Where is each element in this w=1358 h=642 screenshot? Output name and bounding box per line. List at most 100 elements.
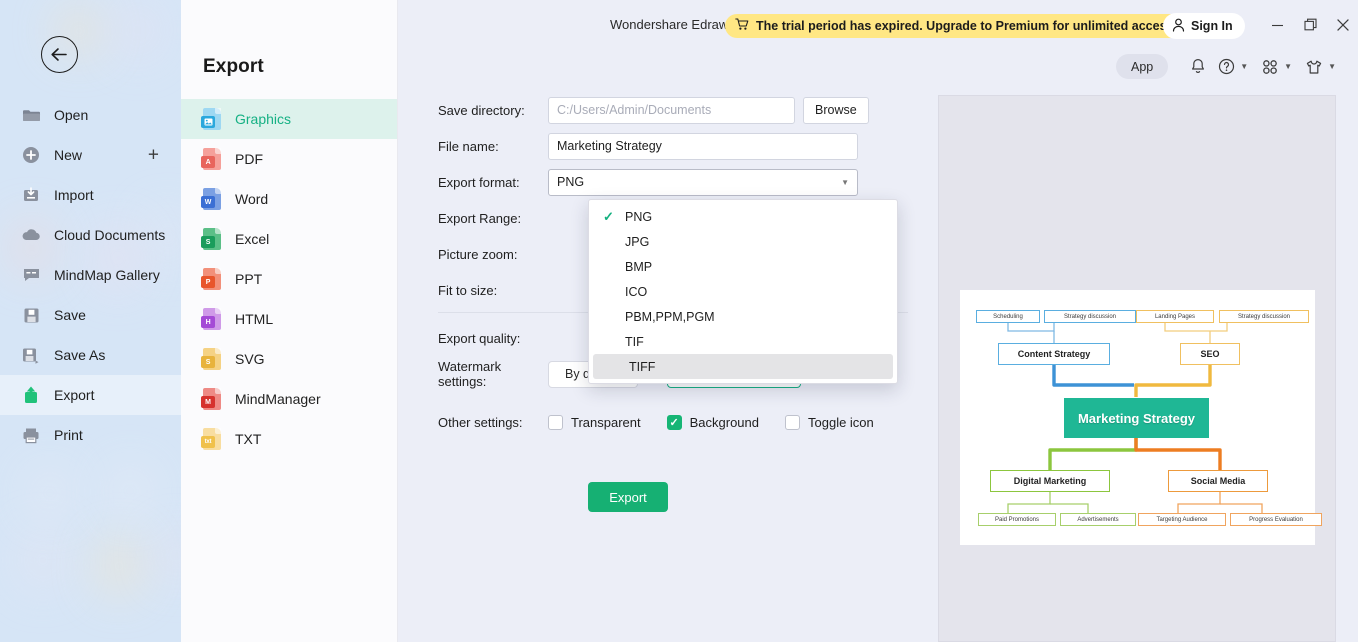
sidebar-item-cloud-documents[interactable]: Cloud Documents	[0, 215, 181, 255]
apps-chevron-down-icon[interactable]: ▼	[1284, 62, 1292, 71]
minimize-icon[interactable]	[1262, 16, 1292, 34]
import-icon	[20, 184, 42, 206]
trial-expired-banner[interactable]: The trial period has expired. Upgrade to…	[725, 14, 1189, 38]
format-item-label: Graphics	[235, 111, 291, 127]
sidebar-item-label: MindMap Gallery	[54, 267, 160, 283]
sidebar-item-mindmap-gallery[interactable]: MindMap Gallery	[0, 255, 181, 295]
sidebar-item-save-as[interactable]: Save As	[0, 335, 181, 375]
format-item-svg[interactable]: S SVG	[181, 339, 397, 379]
mindmap-root-node: Marketing Strategy	[1064, 398, 1209, 438]
format-option-png[interactable]: ✓ PNG	[589, 204, 897, 229]
format-option-pbm-ppm-pgm[interactable]: PBM,PPM,PGM	[589, 304, 897, 329]
format-option-label: TIF	[625, 335, 644, 349]
theme-chevron-down-icon[interactable]: ▼	[1328, 62, 1336, 71]
format-item-html[interactable]: H HTML	[181, 299, 397, 339]
theme-shirt-icon[interactable]	[1302, 55, 1326, 79]
folder-icon	[20, 104, 42, 126]
format-item-txt[interactable]: txt TXT	[181, 419, 397, 459]
title-bar: Wondershare EdrawMind The trial period h…	[398, 0, 1358, 48]
sidebar-item-label: New	[54, 147, 82, 163]
checkbox-label: Toggle icon	[808, 415, 874, 430]
format-option-label: ICO	[625, 285, 647, 299]
file-name-row: File name: Marketing Strategy	[438, 128, 918, 164]
format-item-word[interactable]: W Word	[181, 179, 397, 219]
mindmap-leaf-node: Scheduling	[976, 310, 1040, 323]
export-format-nav: Export Graphics A PDF	[181, 0, 398, 642]
maximize-icon[interactable]	[1296, 16, 1326, 34]
sidebar-item-label: Print	[54, 427, 83, 443]
sidebar-item-save[interactable]: Save	[0, 295, 181, 335]
checkbox-transparent[interactable]: Transparent	[548, 415, 641, 430]
format-item-label: Excel	[235, 231, 269, 247]
sidebar-item-import[interactable]: Import	[0, 175, 181, 215]
checkbox-box-checked: ✓	[667, 415, 682, 430]
sign-in-label: Sign In	[1191, 19, 1233, 33]
export-format-row: Export format: PNG ▼	[438, 164, 918, 200]
watermark-settings-label: Watermark settings:	[438, 359, 548, 389]
save-directory-input[interactable]: C:/Users/Admin/Documents	[548, 97, 795, 124]
sidebar-item-new[interactable]: New +	[0, 135, 181, 175]
format-option-jpg[interactable]: JPG	[589, 229, 897, 254]
new-plus-icon[interactable]: +	[148, 146, 159, 165]
format-item-mindmanager[interactable]: M MindManager	[181, 379, 397, 419]
format-item-label: MindManager	[235, 391, 321, 407]
file-name-label: File name:	[438, 139, 548, 154]
export-format-label: Export format:	[438, 175, 548, 190]
close-icon[interactable]	[1328, 16, 1358, 34]
export-format-select[interactable]: PNG ▼	[548, 169, 858, 196]
bell-icon[interactable]	[1186, 55, 1210, 79]
browse-button[interactable]: Browse	[803, 97, 869, 124]
checkbox-box	[785, 415, 800, 430]
mindmap-leaf-node: Paid Promotions	[978, 513, 1056, 526]
sidebar-item-label: Export	[54, 387, 94, 403]
format-option-tiff[interactable]: TIFF	[593, 354, 893, 379]
gallery-icon	[20, 264, 42, 286]
export-preview-panel: Scheduling Strategy discussion Landing P…	[938, 95, 1336, 642]
format-item-excel[interactable]: S Excel	[181, 219, 397, 259]
format-item-label: PDF	[235, 151, 263, 167]
checkbox-label: Transparent	[571, 415, 641, 430]
format-item-ppt[interactable]: P PPT	[181, 259, 397, 299]
save-directory-row: Save directory: C:/Users/Admin/Documents…	[438, 92, 918, 128]
sidebar-item-print[interactable]: Print	[0, 415, 181, 455]
checkbox-box	[548, 415, 563, 430]
user-icon	[1172, 18, 1185, 35]
other-settings-row: Other settings: Transparent ✓ Background…	[438, 404, 918, 440]
mindmap-branch-node: SEO	[1180, 343, 1240, 365]
decor-blob	[118, 2, 158, 58]
format-item-pdf[interactable]: A PDF	[181, 139, 397, 179]
export-button[interactable]: Export	[588, 482, 668, 512]
app-switch-button[interactable]: App	[1116, 54, 1168, 79]
back-button[interactable]	[41, 36, 78, 73]
check-icon: ✓	[603, 209, 625, 225]
file-name-input[interactable]: Marketing Strategy	[548, 133, 858, 160]
cart-icon	[735, 18, 749, 34]
txt-file-icon: txt	[203, 428, 221, 450]
help-circle-icon[interactable]	[1214, 55, 1238, 79]
mindmap-branch-node: Digital Marketing	[990, 470, 1110, 492]
format-option-label: PBM,PPM,PGM	[625, 310, 715, 324]
sidebar-item-export[interactable]: Export	[0, 375, 181, 415]
mindmap-leaf-node: Progress Evaluation	[1230, 513, 1322, 526]
picture-zoom-label: Picture zoom:	[438, 247, 548, 262]
svg-file-icon: S	[203, 348, 221, 370]
format-option-bmp[interactable]: BMP	[589, 254, 897, 279]
export-format-dropdown-menu[interactable]: ✓ PNG JPG BMP ICO PBM,PPM,PGM	[588, 199, 898, 384]
format-item-label: TXT	[235, 431, 261, 447]
cloud-icon	[20, 224, 42, 246]
help-chevron-down-icon[interactable]: ▼	[1240, 62, 1248, 71]
left-navigation-rail: Open New + Import Cloud Documents	[0, 0, 181, 642]
chevron-down-icon: ▼	[841, 178, 849, 187]
mindmanager-file-icon: M	[203, 388, 221, 410]
checkbox-toggle-icon[interactable]: Toggle icon	[785, 415, 874, 430]
sidebar-item-open[interactable]: Open	[0, 95, 181, 135]
sign-in-button[interactable]: Sign In	[1163, 13, 1245, 39]
decor-blob	[96, 536, 142, 596]
grid-apps-icon[interactable]	[1258, 55, 1282, 79]
checkbox-background[interactable]: ✓ Background	[667, 415, 759, 430]
format-item-label: SVG	[235, 351, 265, 367]
format-item-graphics[interactable]: Graphics	[181, 99, 397, 139]
format-option-tif[interactable]: TIF	[589, 329, 897, 354]
plus-circle-icon	[20, 144, 42, 166]
format-option-ico[interactable]: ICO	[589, 279, 897, 304]
